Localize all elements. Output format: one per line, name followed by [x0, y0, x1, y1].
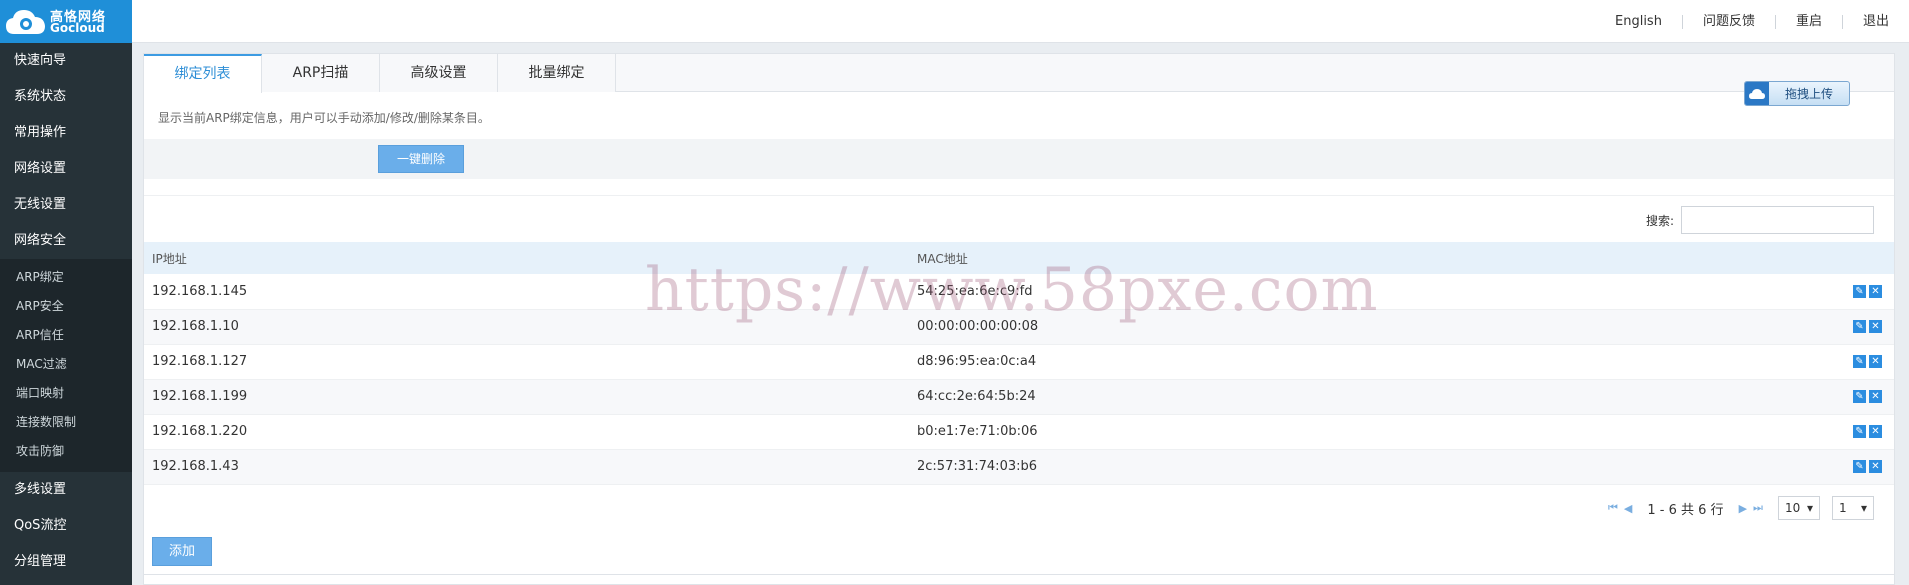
- close-icon[interactable]: ✕: [1869, 284, 1882, 298]
- close-icon[interactable]: ✕: [1869, 390, 1882, 403]
- close-icon[interactable]: ✕: [1869, 355, 1882, 368]
- tab-binding-list[interactable]: 绑定列表: [144, 54, 262, 93]
- sidebar-item-group-management[interactable]: 分组管理: [0, 544, 132, 580]
- edit-icon[interactable]: ✎: [1853, 460, 1866, 473]
- tab-arp-scan[interactable]: ARP扫描: [262, 54, 380, 92]
- page-description: 显示当前ARP绑定信息，用户可以手动添加/修改/删除某条目。: [158, 111, 490, 125]
- row-actions: ✎ ✕: [1834, 449, 1894, 485]
- tab-batch-binding[interactable]: 批量绑定: [498, 54, 616, 92]
- add-button[interactable]: 添加: [152, 537, 212, 566]
- cloud-logo-icon: [6, 10, 45, 34]
- drag-upload-label: 拖拽上传: [1784, 87, 1833, 101]
- sidebar-subitem-attack-defense[interactable]: 攻击防御: [0, 437, 132, 466]
- reboot-link[interactable]: 重启: [1774, 14, 1842, 29]
- page-number-value: 1: [1838, 501, 1847, 515]
- sidebar-item-network-settings[interactable]: 网络设置: [0, 151, 132, 187]
- pagination-summary: 1 - 6 共 6 行: [1647, 502, 1724, 518]
- edit-icon[interactable]: ✎: [1853, 390, 1866, 403]
- mac-cell: d8:96:95:ea:0c:a4: [909, 344, 1834, 380]
- ip-cell: 192.168.1.220: [144, 414, 909, 450]
- mac-cell: b0:e1:7e:71:0b:06: [909, 414, 1834, 450]
- mac-cell: 00:00:00:00:00:08: [909, 309, 1834, 345]
- bulk-delete-button[interactable]: 一键删除: [378, 145, 464, 173]
- close-icon[interactable]: ✕: [1869, 460, 1882, 473]
- logo[interactable]: 高恪网络 Gocloud: [0, 0, 132, 43]
- row-actions: ✎ ✕: [1834, 309, 1894, 345]
- divider: [144, 574, 1894, 575]
- table-row: 192.168.1.199 64:cc:2e:64:5b:24 ✎ ✕: [144, 379, 1894, 415]
- first-page-icon[interactable]: ⏮: [1608, 501, 1618, 515]
- next-page-icon[interactable]: ▶: [1739, 502, 1747, 515]
- sidebar-subitem-mac-filter[interactable]: MAC过滤: [0, 350, 132, 379]
- drag-upload-button[interactable]: 拖拽上传: [1744, 81, 1850, 106]
- table-row: 192.168.1.220 b0:e1:7e:71:0b:06 ✎ ✕: [144, 414, 1894, 450]
- sidebar-subitem-arp-trust[interactable]: ARP信任: [0, 321, 132, 350]
- table-row: 192.168.1.10 00:00:00:00:00:08 ✎ ✕: [144, 309, 1894, 345]
- row-actions: ✎ ✕: [1834, 344, 1894, 380]
- sidebar-subitem-arp-binding[interactable]: ARP绑定: [0, 263, 132, 292]
- page-size-select[interactable]: 10 ▾: [1777, 496, 1820, 520]
- ip-cell: 192.168.1.199: [144, 379, 909, 415]
- bulk-action-bar: 一键删除: [144, 139, 1894, 179]
- language-link[interactable]: English: [1595, 14, 1682, 29]
- mac-cell: 2c:57:31:74:03:b6: [909, 449, 1834, 485]
- edit-icon[interactable]: ✎: [1853, 284, 1866, 298]
- sidebar-subitem-arp-security[interactable]: ARP安全: [0, 292, 132, 321]
- sidebar-item-network-security[interactable]: 网络安全: [0, 223, 132, 259]
- main-panel: 绑定列表 ARP扫描 高级设置 批量绑定 拖拽上传 显示当前ARP绑定信息，用户…: [143, 53, 1895, 585]
- sidebar-subitem-connection-limit[interactable]: 连接数限制: [0, 408, 132, 437]
- tab-advanced-settings[interactable]: 高级设置: [380, 54, 498, 92]
- sidebar-item-common-ops[interactable]: 常用操作: [0, 115, 132, 151]
- search-input[interactable]: [1681, 206, 1874, 234]
- brand-name-en: Gocloud: [50, 21, 105, 35]
- close-icon[interactable]: ✕: [1869, 320, 1882, 333]
- sidebar-item-system-status[interactable]: 系统状态: [0, 79, 132, 115]
- ip-cell: 192.168.1.10: [144, 309, 909, 345]
- table-row: 192.168.1.43 2c:57:31:74:03:b6 ✎ ✕: [144, 449, 1894, 485]
- tab-bar: 绑定列表 ARP扫描 高级设置 批量绑定: [144, 54, 1894, 93]
- sidebar: 快速向导 系统状态 常用操作 网络设置 无线设置 网络安全 ARP绑定 ARP安…: [0, 43, 132, 585]
- divider: [144, 195, 1894, 196]
- sidebar-subitem-port-mapping[interactable]: 端口映射: [0, 379, 132, 408]
- column-header-ip[interactable]: IP地址: [144, 242, 909, 274]
- sidebar-item-wireless-settings[interactable]: 无线设置: [0, 187, 132, 223]
- pagination: ⏮ ◀ 1 - 6 共 6 行 ▶ ⏭ 10 ▾ 1 ▾: [1605, 495, 1874, 521]
- edit-icon[interactable]: ✎: [1853, 425, 1866, 438]
- logout-link[interactable]: 退出: [1841, 14, 1909, 29]
- ip-cell: 192.168.1.145: [144, 274, 909, 310]
- table-row: 192.168.1.145 54:25:ea:6e:c9:fd ✎ ✕: [144, 274, 1894, 310]
- close-icon[interactable]: ✕: [1869, 425, 1882, 438]
- edit-icon[interactable]: ✎: [1853, 320, 1866, 333]
- row-actions: ✎ ✕: [1834, 274, 1894, 310]
- mac-cell: 54:25:ea:6e:c9:fd: [909, 274, 1834, 310]
- arp-binding-table: IP地址 MAC地址 192.168.1.145 54:25:ea:6e:c9:…: [144, 242, 1894, 485]
- feedback-link[interactable]: 问题反馈: [1681, 14, 1775, 29]
- sidebar-item-multi-wan[interactable]: 多线设置: [0, 472, 132, 508]
- last-page-icon[interactable]: ⏭: [1753, 501, 1763, 515]
- table-header-row: IP地址 MAC地址: [144, 242, 1894, 274]
- search-label: 搜索:: [1645, 214, 1674, 228]
- chevron-down-icon: ▾: [1860, 501, 1867, 515]
- sidebar-submenu-security: ARP绑定 ARP安全 ARP信任 MAC过滤 端口映射 连接数限制 攻击防御: [0, 259, 132, 472]
- row-actions: ✎ ✕: [1834, 414, 1894, 450]
- chevron-down-icon: ▾: [1806, 501, 1813, 515]
- sidebar-item-quick-guide[interactable]: 快速向导: [0, 43, 132, 79]
- prev-page-icon[interactable]: ◀: [1624, 502, 1632, 515]
- edit-icon[interactable]: ✎: [1853, 355, 1866, 368]
- mac-cell: 64:cc:2e:64:5b:24: [909, 379, 1834, 415]
- top-bar: 高恪网络 Gocloud English 问题反馈 重启 退出: [0, 0, 1909, 43]
- sidebar-item-qos[interactable]: QoS流控: [0, 508, 132, 544]
- column-header-actions: [1834, 242, 1894, 274]
- page-number-select[interactable]: 1 ▾: [1831, 496, 1874, 520]
- column-header-mac[interactable]: MAC地址: [909, 242, 1834, 274]
- row-actions: ✎ ✕: [1834, 379, 1894, 415]
- cloud-icon: [1745, 82, 1769, 105]
- ip-cell: 192.168.1.127: [144, 344, 909, 380]
- table-row: 192.168.1.127 d8:96:95:ea:0c:a4 ✎ ✕: [144, 344, 1894, 380]
- top-nav: English 问题反馈 重启 退出: [1595, 0, 1909, 43]
- page-size-value: 10: [1784, 501, 1801, 515]
- ip-cell: 192.168.1.43: [144, 449, 909, 485]
